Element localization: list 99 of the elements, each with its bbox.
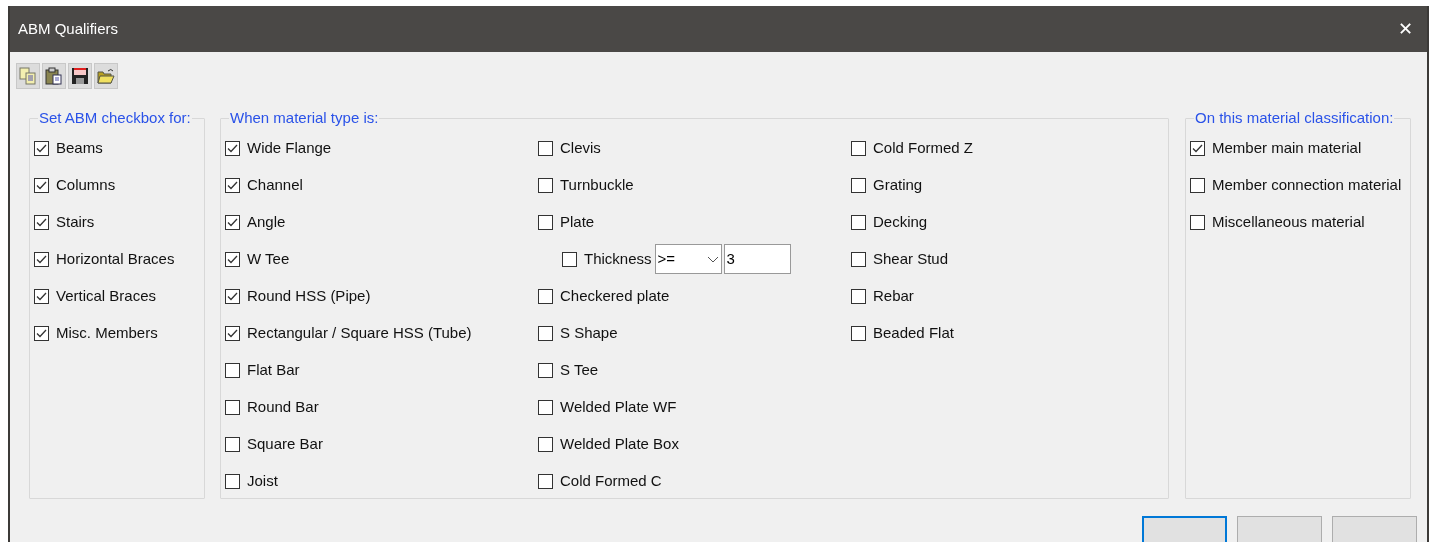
checkbox[interactable] [1190,214,1205,230]
check-icon [227,143,238,153]
checkbox[interactable] [1190,140,1205,156]
checkbox-label[interactable]: Horizontal Braces [56,247,175,271]
check-icon [227,328,238,338]
chevron-down-icon [706,255,719,263]
checkbox-label[interactable]: Round HSS (Pipe) [247,284,371,308]
checkbox[interactable] [538,399,553,415]
checkbox-label[interactable]: Welded Plate Box [560,432,679,456]
checkbox[interactable] [538,473,553,489]
group-legend: Set ABM checkbox for: [38,107,192,130]
checkbox-label[interactable]: Cold Formed C [560,469,662,493]
dialog-button[interactable] [1142,516,1227,542]
check-icon [227,180,238,190]
clipboard-icon [45,67,63,85]
checkbox[interactable] [225,325,240,341]
checkbox-label[interactable]: Columns [56,173,116,197]
checkbox[interactable] [851,140,866,156]
checkbox[interactable] [1190,177,1205,193]
checkbox-label[interactable]: Flat Bar [247,358,300,382]
close-button[interactable]: ✕ [1393,17,1417,41]
checkbox[interactable] [538,325,553,341]
check-icon [36,180,47,190]
checkbox[interactable] [538,214,553,230]
checkbox-label[interactable]: Joist [247,469,278,493]
checkbox-label[interactable]: Welded Plate WF [560,395,677,419]
checkbox-label[interactable]: S Tee [560,358,599,382]
checkbox-label[interactable]: S Shape [560,321,618,345]
checkbox[interactable] [851,325,866,341]
check-icon [227,254,238,264]
checkbox[interactable] [225,288,240,304]
window-title: ABM Qualifiers [18,18,119,39]
checkbox[interactable] [538,436,553,452]
checkbox[interactable] [538,288,553,304]
checkbox[interactable] [851,288,866,304]
checkbox[interactable] [34,288,49,304]
checkbox-label[interactable]: Checkered plate [560,284,670,308]
check-icon [36,254,47,264]
checkbox[interactable] [225,177,240,193]
checkbox-label[interactable]: Grating [873,173,923,197]
operator-dropdown[interactable]: >= [654,244,722,274]
copy-icon [19,67,37,85]
operator-value: >= [657,248,676,269]
checkbox-label[interactable]: Member connection material [1212,173,1402,197]
checkbox[interactable] [225,362,240,378]
checkbox[interactable] [538,362,553,378]
paste-button[interactable] [42,63,66,89]
check-icon [227,291,238,301]
checkbox[interactable] [225,436,240,452]
checkbox-label[interactable]: Channel [247,173,303,197]
checkbox-label[interactable]: Beaded Flat [873,321,954,345]
checkbox[interactable] [225,473,240,489]
checkbox-label[interactable]: Member main material [1212,136,1362,160]
checkbox-label[interactable]: Vertical Braces [56,284,157,308]
group-legend: When material type is: [229,107,380,130]
checkbox[interactable] [34,251,49,267]
checkbox-label[interactable]: Clevis [560,136,601,160]
check-icon [1192,143,1203,153]
checkbox-label[interactable]: Beams [56,136,103,160]
checkbox-label[interactable]: Plate [560,210,595,234]
checkbox[interactable] [34,177,49,193]
checkbox-label[interactable]: Shear Stud [873,247,949,271]
folder-icon [97,67,115,85]
checkbox-label[interactable]: Thickness [584,247,652,271]
checkbox-label[interactable]: Square Bar [247,432,323,456]
checkbox[interactable] [225,399,240,415]
checkbox[interactable] [538,140,553,156]
check-icon [36,328,47,338]
checkbox[interactable] [851,251,866,267]
check-icon [227,217,238,227]
check-icon [36,217,47,227]
checkbox-label[interactable]: Rebar [873,284,914,308]
checkbox[interactable] [538,177,553,193]
checkbox-label[interactable]: Turnbuckle [560,173,634,197]
group-legend: On this material classification: [1194,107,1395,130]
check-icon [36,143,47,153]
checkbox[interactable] [851,214,866,230]
checkbox[interactable] [225,140,240,156]
checkbox-label[interactable]: Misc. Members [56,321,158,345]
checkbox-label[interactable]: Decking [873,210,928,234]
checkbox-label[interactable]: W Tee [247,247,290,271]
save-button[interactable] [68,63,92,89]
checkbox-label[interactable]: Rectangular / Square HSS (Tube) [247,321,472,345]
checkbox[interactable] [225,214,240,230]
checkbox[interactable] [562,251,577,267]
checkbox[interactable] [34,325,49,341]
checkbox[interactable] [225,251,240,267]
checkbox-label[interactable]: Wide Flange [247,136,332,160]
checkbox-label[interactable]: Angle [247,210,286,234]
check-icon [36,291,47,301]
checkbox-label[interactable]: Round Bar [247,395,319,419]
checkbox[interactable] [34,214,49,230]
checkbox-label[interactable]: Miscellaneous material [1212,210,1365,234]
checkbox-label[interactable]: Stairs [56,210,95,234]
thickness-field[interactable]: 3 [723,244,791,274]
open-button[interactable] [94,63,118,89]
checkbox-label[interactable]: Cold Formed Z [873,136,974,160]
checkbox[interactable] [851,177,866,193]
checkbox[interactable] [34,140,49,156]
